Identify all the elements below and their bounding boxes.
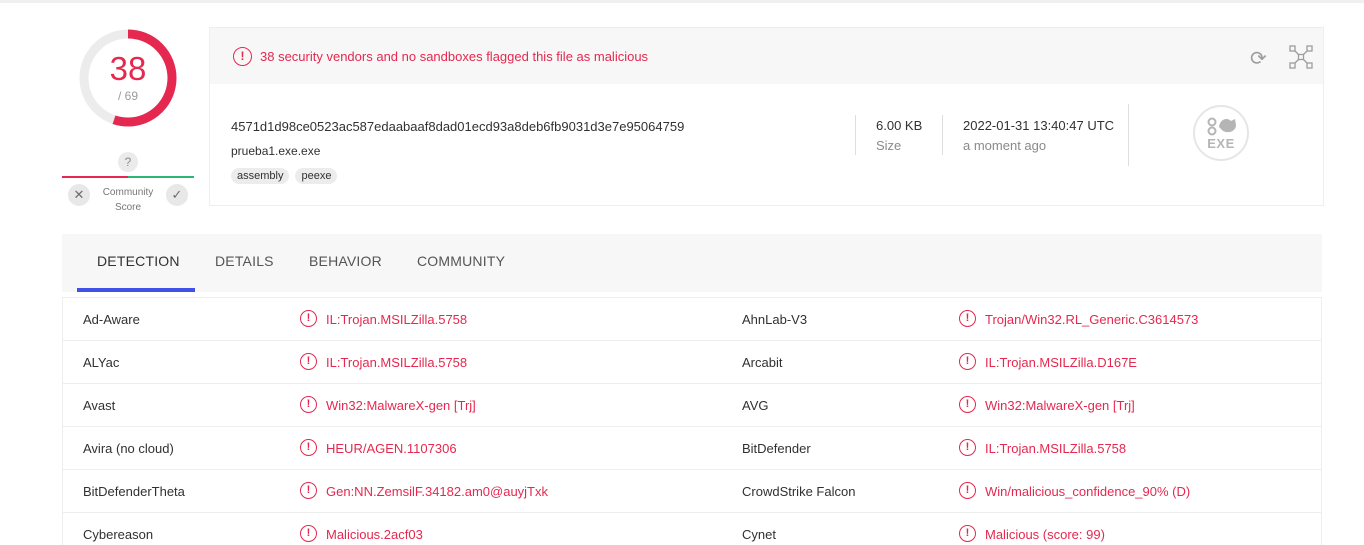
alert-circle-icon: ! (300, 525, 317, 542)
engine-name: BitDefenderTheta (83, 484, 185, 499)
alert-banner: ! 38 security vendors and no sandboxes f… (210, 28, 1323, 84)
alert-circle-icon: ! (300, 482, 317, 499)
analysis-date: 2022-01-31 13:40:47 UTC (963, 118, 1115, 133)
alert-circle-icon: ! (959, 353, 976, 370)
analysis-date-relative: a moment ago (963, 138, 1047, 153)
file-size-label: Size (876, 138, 902, 153)
detection-result: IL:Trojan.MSILZilla.D167E (985, 355, 1137, 370)
engine-name: Avast (83, 398, 116, 413)
alert-message: 38 security vendors and no sandboxes fla… (260, 49, 649, 64)
tab-behavior[interactable]: BEHAVIOR (309, 253, 382, 269)
vote-harmless-button[interactable]: ✓ (166, 184, 188, 206)
alert-circle-icon: ! (233, 47, 252, 66)
close-icon: ✕ (73, 187, 85, 202)
engine-name: BitDefender (742, 441, 811, 456)
community-bar-negative (62, 176, 128, 178)
alert-circle-icon: ! (959, 482, 976, 499)
community-score-label-line1: Community (102, 187, 154, 198)
detection-result: IL:Trojan.MSILZilla.5758 (985, 441, 1127, 456)
divider (942, 115, 943, 155)
divider (1128, 104, 1129, 166)
engine-name: AVG (742, 398, 769, 413)
tag-peexe[interactable]: peexe (295, 168, 338, 184)
engine-name: Ad-Aware (83, 312, 140, 327)
detection-result: Win32:MalwareX-gen [Trj] (985, 398, 1135, 413)
vote-harmful-button[interactable]: ✕ (68, 184, 90, 206)
engine-total: / 69 (117, 89, 138, 103)
file-type-label: EXE (1207, 136, 1235, 151)
alert-circle-icon: ! (300, 310, 317, 327)
tab-detection[interactable]: DETECTION (97, 253, 180, 269)
community-score-value: ? (118, 152, 138, 172)
detection-result: IL:Trojan.MSILZilla.5758 (326, 312, 468, 327)
detection-result: IL:Trojan.MSILZilla.5758 (326, 355, 468, 370)
active-tab-indicator (77, 288, 195, 292)
tag-assembly[interactable]: assembly (231, 168, 290, 184)
table-row: Avast ! Win32:MalwareX-gen [Trj] AVG ! W… (63, 384, 1321, 427)
graph-expand-icon[interactable] (1289, 45, 1313, 69)
file-name: prueba1.exe.exe (231, 144, 321, 158)
file-hash[interactable]: 4571d1d98ce0523ac587edaabaaf8dad01ecd93a… (231, 119, 684, 134)
file-size-value: 6.00 KB (876, 118, 923, 133)
community-score-label-line2: Score (114, 202, 142, 213)
community-score-label: Community Score (94, 185, 162, 215)
engine-name: AhnLab-V3 (742, 312, 808, 327)
engine-name: CrowdStrike Falcon (742, 484, 856, 499)
alert-circle-icon: ! (959, 396, 976, 413)
detection-result: Win32:MalwareX-gen [Trj] (326, 398, 476, 413)
table-row: Cybereason ! Malicious.2acf03 Cynet ! Ma… (63, 513, 1321, 545)
file-info-card: ! 38 security vendors and no sandboxes f… (209, 27, 1324, 206)
engine-name: Cybereason (83, 527, 154, 542)
detection-result: Win/malicious_confidence_90% (D) (985, 484, 1191, 499)
detection-count: 38 (109, 50, 147, 87)
detection-score-ring: 38 / 69 (76, 26, 180, 130)
alert-circle-icon: ! (300, 439, 317, 456)
file-tags: assembly peexe (231, 168, 338, 184)
table-row: Avira (no cloud) ! HEUR/AGEN.1107306 Bit… (63, 427, 1321, 470)
divider (855, 115, 856, 155)
engine-name: Arcabit (742, 355, 783, 370)
community-bar-positive (128, 176, 194, 178)
detection-result: Malicious.2acf03 (326, 527, 423, 542)
engine-name: Avira (no cloud) (83, 441, 174, 456)
alert-circle-icon: ! (959, 310, 976, 327)
detection-result: HEUR/AGEN.1107306 (326, 441, 457, 456)
top-shadow (0, 0, 1364, 3)
reload-icon[interactable]: ⟳ (1250, 46, 1267, 71)
alert-circle-icon: ! (959, 439, 976, 456)
tab-bar: DETECTION DETAILS BEHAVIOR COMMUNITY (62, 234, 1322, 292)
exe-file-type-icon: EXE (1193, 105, 1249, 161)
table-row: BitDefenderTheta ! Gen:NN.ZemsilF.34182.… (63, 470, 1321, 513)
table-row: ALYac ! IL:Trojan.MSILZilla.5758 Arcabit… (63, 341, 1321, 384)
tab-community[interactable]: COMMUNITY (417, 253, 505, 269)
alert-circle-icon: ! (300, 353, 317, 370)
engine-name: ALYac (83, 355, 120, 370)
engine-name: Cynet (742, 527, 776, 542)
check-icon: ✓ (171, 187, 183, 202)
detection-table: Ad-Aware ! IL:Trojan.MSILZilla.5758 AhnL… (62, 297, 1322, 545)
detection-result: Gen:NN.ZemsilF.34182.am0@auyjTxk (326, 484, 548, 499)
detection-result: Trojan/Win32.RL_Generic.C3614573 (985, 312, 1199, 327)
alert-circle-icon: ! (959, 525, 976, 542)
gear-icon (1207, 117, 1236, 136)
tab-details[interactable]: DETAILS (215, 253, 274, 269)
table-row: Ad-Aware ! IL:Trojan.MSILZilla.5758 AhnL… (63, 298, 1321, 341)
alert-circle-icon: ! (300, 396, 317, 413)
detection-result: Malicious (score: 99) (985, 527, 1105, 542)
